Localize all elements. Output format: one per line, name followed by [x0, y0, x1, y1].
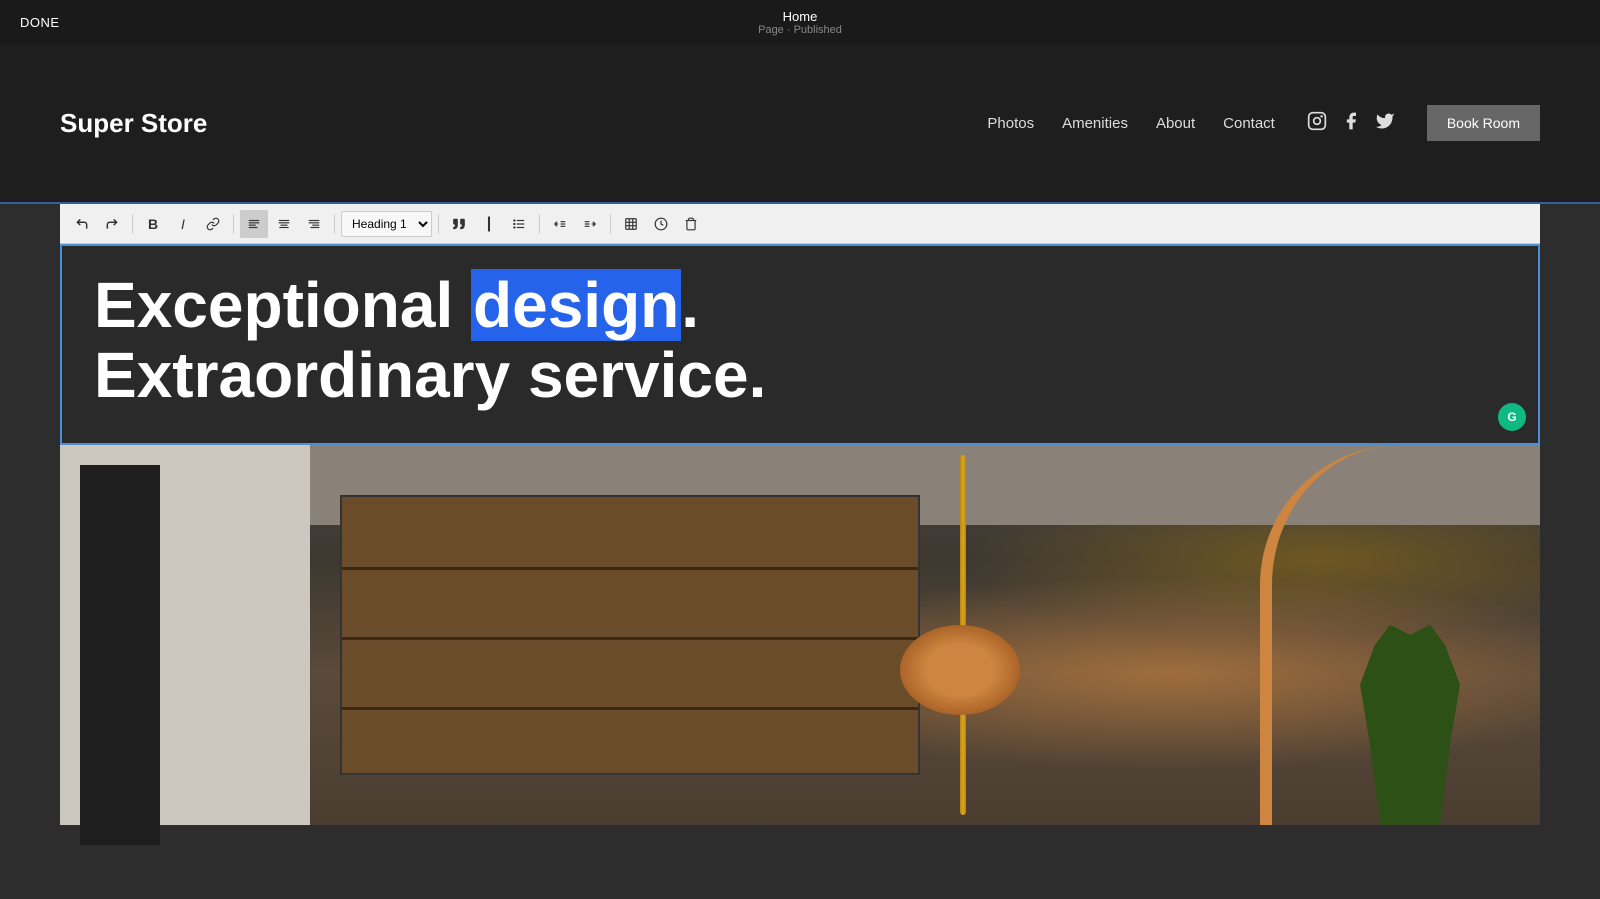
nav-right: Photos Amenities About Contact — [987, 105, 1540, 141]
sep4 — [438, 214, 439, 234]
align-right-button[interactable] — [300, 210, 328, 238]
heading-highlighted-word: design — [471, 269, 681, 341]
book-room-button[interactable]: Book Room — [1427, 105, 1540, 141]
website-preview: Super Store Photos Amenities About Conta… — [0, 44, 1600, 899]
website-nav: Super Store Photos Amenities About Conta… — [0, 44, 1600, 204]
align-center-button[interactable] — [270, 210, 298, 238]
history-button[interactable] — [647, 210, 675, 238]
align-left-button[interactable] — [240, 210, 268, 238]
heading-text: Exceptional design. Extraordinary servic… — [94, 270, 1506, 411]
instagram-icon[interactable] — [1307, 111, 1327, 136]
site-logo: Super Store — [60, 108, 207, 139]
indent-button[interactable] — [576, 210, 604, 238]
sep3 — [334, 214, 335, 234]
heading-select[interactable]: Heading 1 Heading 2 Heading 3 Paragraph — [341, 211, 432, 237]
shelf-2 — [342, 637, 918, 640]
page-subtitle: Page · Published — [758, 24, 842, 36]
door — [80, 465, 160, 845]
heading-suffix: . — [681, 269, 699, 341]
interior-image — [60, 445, 1540, 825]
nav-link-about[interactable]: About — [1156, 115, 1195, 132]
list-button[interactable] — [505, 210, 533, 238]
sep5 — [539, 214, 540, 234]
lamp-shade — [900, 625, 1020, 715]
shelf-unit — [340, 495, 920, 775]
content-area: Exceptional design. Extraordinary servic… — [60, 244, 1540, 825]
undo-button[interactable] — [68, 210, 96, 238]
italic-button[interactable]: I — [169, 210, 197, 238]
separator-button[interactable]: | — [475, 210, 503, 238]
bold-button[interactable]: B — [139, 210, 167, 238]
top-bar-center: Home Page · Published — [758, 9, 842, 36]
heading-editor-block[interactable]: Exceptional design. Extraordinary servic… — [60, 244, 1540, 445]
page-title: Home — [758, 9, 842, 24]
nav-link-amenities[interactable]: Amenities — [1062, 115, 1128, 132]
nav-link-photos[interactable]: Photos — [987, 115, 1034, 132]
delete-button[interactable] — [677, 210, 705, 238]
insert-table-button[interactable] — [617, 210, 645, 238]
editor-avatar: G — [1498, 403, 1526, 431]
wall-left — [60, 445, 310, 825]
redo-button[interactable] — [98, 210, 126, 238]
done-button[interactable]: DONE — [20, 15, 60, 30]
sep2 — [233, 214, 234, 234]
shelf-3 — [342, 707, 918, 710]
facebook-icon[interactable] — [1341, 111, 1361, 136]
nav-links: Photos Amenities About Contact — [987, 115, 1274, 132]
blockquote-button[interactable] — [445, 210, 473, 238]
outdent-button[interactable] — [546, 210, 574, 238]
link-button[interactable] — [199, 210, 227, 238]
nav-link-contact[interactable]: Contact — [1223, 115, 1275, 132]
twitter-icon[interactable] — [1375, 111, 1395, 136]
top-bar: DONE Home Page · Published — [0, 0, 1600, 44]
heading-plain-text: Exceptional — [94, 269, 471, 341]
heading-line2: Extraordinary service. — [94, 339, 766, 411]
editor-toolbar: B I — [60, 204, 1540, 244]
sep1 — [132, 214, 133, 234]
heading-line1: Exceptional design. — [94, 269, 699, 341]
sep6 — [610, 214, 611, 234]
nav-icons — [1307, 111, 1395, 136]
shelf-1 — [342, 567, 918, 570]
